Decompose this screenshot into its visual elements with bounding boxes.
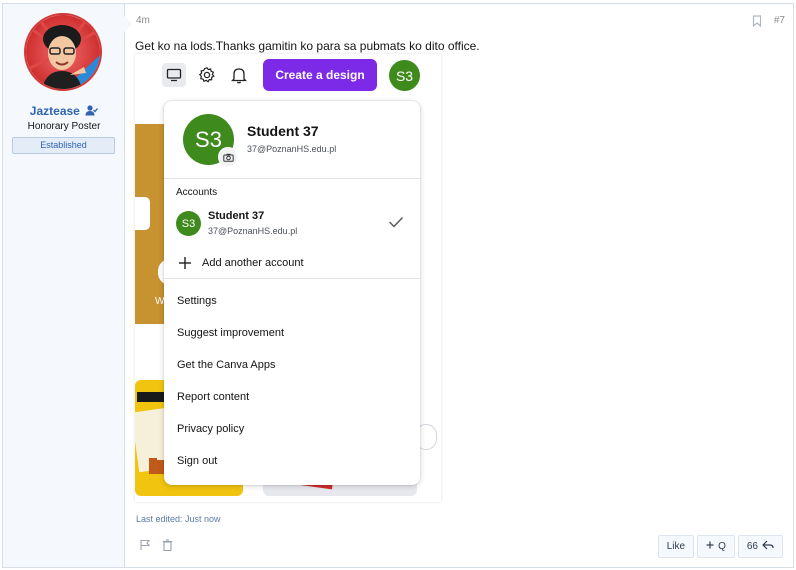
plus-icon xyxy=(178,256,192,275)
account-row-name: Student 37 xyxy=(208,210,265,222)
user-cell: Jaztease Honorary Poster Established xyxy=(3,4,132,567)
forum-post: Jaztease Honorary Poster Established 4m … xyxy=(2,3,794,568)
bell-icon[interactable] xyxy=(227,63,251,87)
menu-item-label: Suggest improvement xyxy=(177,327,284,339)
account-row-email: 37@PoznanHS.edu.pl xyxy=(208,226,298,236)
menu-item-label: Report content xyxy=(177,391,250,403)
account-menu: S3 Student 37 37@PoznanHS.edu.pl Account… xyxy=(164,101,420,485)
avatar-image xyxy=(26,15,100,89)
post-actions: Like Q 66 xyxy=(657,535,783,558)
create-design-button[interactable]: Create a design xyxy=(263,59,377,91)
user-banner: Established xyxy=(12,137,115,154)
quote-label: 66 xyxy=(746,541,758,552)
gear-icon[interactable] xyxy=(195,63,219,87)
flag-icon[interactable] xyxy=(139,538,151,556)
menu-item-report-content[interactable]: Report content xyxy=(164,383,420,413)
add-account-item[interactable]: Add another account xyxy=(164,249,420,279)
post-main: 4m #7 Get ko na lods.Thanks gamitin ko p… xyxy=(126,4,793,567)
attached-screenshot[interactable]: Create a design S3 W S3 Student 37 37@Po… xyxy=(135,54,441,502)
menu-item-label: Sign out xyxy=(177,455,218,467)
post-message: Get ko na lods.Thanks gamitin ko para sa… xyxy=(135,39,480,53)
reply-button[interactable]: 66 xyxy=(737,535,783,558)
multi-quote-button[interactable]: Q xyxy=(697,535,735,558)
account-row[interactable]: S3 Student 37 37@PoznanHS.edu.pl xyxy=(164,205,420,241)
profile-name: Student 37 xyxy=(247,123,319,139)
account-avatar[interactable]: S3 xyxy=(389,60,420,91)
menu-item-label: Settings xyxy=(177,295,217,307)
reply-arrow-icon xyxy=(762,540,774,553)
camera-icon[interactable] xyxy=(218,147,238,167)
user-title: Honorary Poster xyxy=(27,121,101,132)
canva-topbar: Create a design S3 xyxy=(135,54,441,94)
brief-shape xyxy=(157,460,164,474)
checkmark-icon xyxy=(388,215,404,233)
monitor-icon[interactable] xyxy=(162,63,186,87)
plus-icon xyxy=(706,541,714,552)
username[interactable]: Jaztease xyxy=(3,104,125,119)
profile-email: 37@PoznanHS.edu.pl xyxy=(247,144,337,154)
accounts-label: Accounts xyxy=(176,187,218,198)
menu-item-suggest-improvement[interactable]: Suggest improvement xyxy=(164,319,420,349)
menu-item-privacy-policy[interactable]: Privacy policy xyxy=(164,415,420,445)
account-row-avatar: S3 xyxy=(176,211,201,236)
menu-item-label: Privacy policy xyxy=(177,423,245,435)
like-label: Like xyxy=(666,541,686,552)
menu-item-label: Get the Canva Apps xyxy=(177,359,276,371)
bookmark-icon[interactable] xyxy=(752,14,762,32)
brief-shape xyxy=(149,458,157,474)
account-menu-header: S3 Student 37 37@PoznanHS.edu.pl xyxy=(164,101,420,179)
menu-item-settings[interactable]: Settings xyxy=(164,287,420,317)
trash-icon[interactable] xyxy=(162,538,173,556)
last-edited: Last edited: Just now xyxy=(136,514,221,524)
multi-quote-label: Q xyxy=(718,541,726,552)
user-check-icon xyxy=(85,105,99,119)
menu-item-get-apps[interactable]: Get the Canva Apps xyxy=(164,351,420,381)
like-button[interactable]: Like xyxy=(657,535,695,558)
username-text[interactable]: Jaztease xyxy=(30,104,80,118)
menu-item-sign-out[interactable]: Sign out xyxy=(164,447,420,477)
background-tab xyxy=(135,197,150,230)
avatar[interactable] xyxy=(24,13,102,91)
post-time[interactable]: 4m xyxy=(136,15,150,26)
add-account-label: Add another account xyxy=(202,257,304,269)
post-number[interactable]: #7 xyxy=(774,15,785,26)
